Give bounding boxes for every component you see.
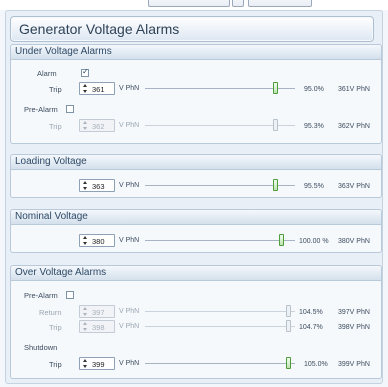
under-voltage-section: Under Voltage Alarms Alarm Trip 361 V Ph… — [10, 44, 382, 144]
uv-trip-unit: V PhN — [119, 85, 140, 92]
over-voltage-title: Over Voltage Alarms — [15, 267, 107, 278]
uv-trip-slider-thumb[interactable] — [272, 82, 278, 94]
uv-pre-trip-readout: 362V PhN — [338, 123, 370, 130]
ov-trip-percent: 105.0% — [304, 361, 328, 368]
uv-alarm-label: Alarm — [37, 69, 57, 78]
uv-pre-trip-slider-thumb[interactable] — [272, 119, 278, 131]
ov-pre-trip-readout: 398V PhN — [338, 324, 370, 331]
nominal-voltage-slider-track[interactable] — [145, 240, 295, 241]
uv-pre-trip-unit: V PhN — [119, 122, 140, 129]
ov-trip-unit: V PhN — [119, 360, 140, 367]
page-title-bar: Generator Voltage Alarms — [10, 16, 374, 42]
toolbar-dropdown-left[interactable] — [148, 0, 230, 7]
ov-shutdown-label: Shutdown — [24, 343, 58, 352]
loading-voltage-unit: V PhN — [119, 182, 140, 189]
stepper-arrows-icon[interactable] — [83, 322, 87, 331]
under-voltage-header: Under Voltage Alarms — [11, 45, 381, 60]
ov-pre-trip-value: 398 — [92, 323, 105, 332]
ov-pre-trip-slider-track[interactable] — [145, 326, 295, 327]
over-voltage-header: Over Voltage Alarms — [11, 266, 381, 281]
ov-prealarm-label: Pre-Alarm — [24, 291, 58, 300]
nominal-voltage-header: Nominal Voltage — [11, 210, 381, 225]
ov-return-value: 397 — [92, 308, 105, 317]
ov-return-slider-thumb[interactable] — [285, 305, 291, 317]
loading-voltage-stepper[interactable]: 363 — [79, 179, 115, 192]
uv-trip-value: 361 — [92, 85, 105, 94]
stepper-arrows-icon[interactable] — [83, 121, 87, 130]
stepper-arrows-icon[interactable] — [83, 181, 87, 190]
uv-trip-label: Trip — [49, 85, 62, 94]
nominal-voltage-slider-thumb[interactable] — [279, 234, 285, 246]
ov-pre-trip-stepper[interactable]: 398 — [79, 320, 115, 333]
uv-trip-stepper[interactable]: 361 — [79, 82, 115, 95]
ov-trip-label: Trip — [49, 360, 62, 369]
ov-pre-trip-unit: V PhN — [119, 323, 140, 330]
toolbar-dropdown-right[interactable] — [248, 0, 312, 7]
ov-pre-trip-slider-thumb[interactable] — [285, 320, 291, 332]
loading-voltage-title: Loading Voltage — [15, 156, 87, 167]
stepper-arrows-icon[interactable] — [83, 84, 87, 93]
ov-prealarm-checkbox[interactable] — [66, 291, 74, 299]
stepper-arrows-icon[interactable] — [83, 307, 87, 316]
ov-return-unit: V PhN — [119, 308, 140, 315]
uv-pre-trip-value: 362 — [92, 122, 105, 131]
nominal-voltage-title: Nominal Voltage — [15, 211, 88, 222]
ov-pre-trip-label: Trip — [49, 323, 62, 332]
stepper-arrows-icon[interactable] — [83, 359, 87, 368]
ov-return-label: Return — [39, 308, 62, 317]
uv-pre-trip-label: Trip — [49, 122, 62, 131]
nominal-voltage-unit: V PhN — [119, 237, 140, 244]
top-toolbar — [0, 0, 388, 10]
over-voltage-section: Over Voltage Alarms Pre-Alarm Return 397… — [10, 265, 382, 379]
nominal-voltage-section: Nominal Voltage 380 V PhN 100.00 % 380V … — [10, 209, 382, 253]
nominal-voltage-value: 380 — [92, 237, 105, 246]
ov-trip-stepper[interactable]: 399 — [79, 357, 115, 370]
loading-voltage-slider-thumb[interactable] — [273, 179, 279, 191]
ov-trip-readout: 399V PhN — [338, 361, 370, 368]
nominal-voltage-readout: 380V PhN — [338, 238, 370, 245]
nominal-voltage-percent: 100.00 % — [299, 238, 329, 245]
uv-trip-percent: 95.0% — [304, 86, 324, 93]
ov-return-slider-track[interactable] — [145, 311, 295, 312]
ov-return-stepper[interactable]: 397 — [79, 305, 115, 318]
ov-trip-value: 399 — [92, 360, 105, 369]
toolbar-button[interactable] — [232, 0, 244, 7]
nominal-voltage-stepper[interactable]: 380 — [79, 234, 115, 247]
stepper-arrows-icon[interactable] — [83, 236, 87, 245]
loading-voltage-percent: 95.5% — [304, 183, 324, 190]
ov-return-percent: 104.5% — [299, 309, 323, 316]
ov-trip-slider-track[interactable] — [145, 363, 295, 364]
ov-return-readout: 397V PhN — [338, 309, 370, 316]
ov-pre-trip-percent: 104.7% — [299, 324, 323, 331]
loading-voltage-value: 363 — [92, 182, 105, 191]
uv-pre-trip-percent: 95.3% — [304, 123, 324, 130]
loading-voltage-header: Loading Voltage — [11, 155, 381, 170]
under-voltage-title: Under Voltage Alarms — [15, 46, 112, 57]
page-title: Generator Voltage Alarms — [19, 21, 180, 37]
loading-voltage-section: Loading Voltage 363 V PhN 95.5% 363V PhN — [10, 154, 382, 198]
uv-prealarm-checkbox[interactable] — [66, 105, 74, 113]
loading-voltage-readout: 363V PhN — [338, 183, 370, 190]
uv-prealarm-label: Pre-Alarm — [24, 105, 58, 114]
uv-pre-trip-stepper[interactable]: 362 — [79, 119, 115, 132]
uv-trip-readout: 361V PhN — [338, 86, 370, 93]
ov-trip-slider-thumb[interactable] — [286, 357, 292, 369]
uv-alarm-checkbox[interactable] — [81, 67, 89, 77]
